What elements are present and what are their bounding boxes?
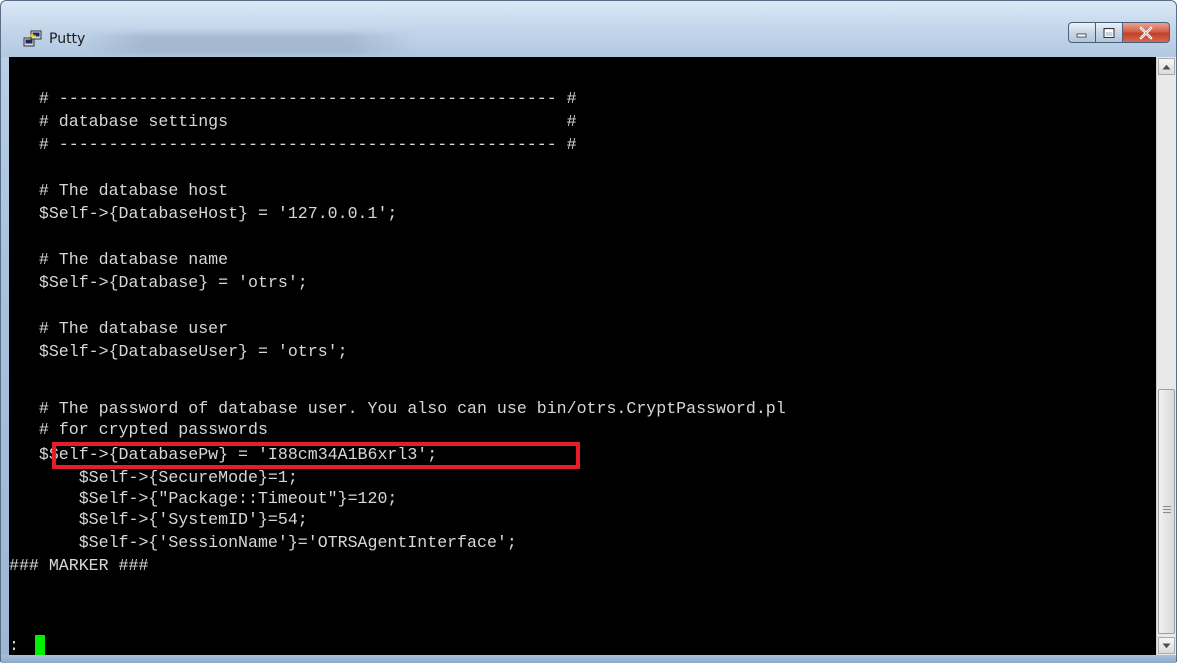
terminal-line: # for crypted passwords <box>9 420 268 439</box>
terminal-prompt: : <box>9 636 19 655</box>
scroll-down-button[interactable] <box>1158 637 1175 654</box>
terminal-line: # The password of database user. You als… <box>9 399 786 418</box>
putty-window: Putty # --------------------------------… <box>0 0 1177 663</box>
scroll-up-button[interactable] <box>1158 58 1175 75</box>
minimize-button[interactable] <box>1068 22 1096 43</box>
password-highlight-box <box>52 442 580 469</box>
terminal-line: $Self->{Database} = 'otrs'; <box>9 273 308 292</box>
terminal-line: $Self->{DatabaseHost} = '127.0.0.1'; <box>9 204 398 223</box>
thumb-grip-line <box>1163 506 1171 507</box>
putty-icon <box>23 30 42 47</box>
terminal-line: $Self->{'SystemID'}=54; <box>9 510 308 529</box>
terminal-line: $Self->{"Package::Timeout"}=120; <box>9 489 398 508</box>
terminal-screen[interactable]: # --------------------------------------… <box>9 57 1156 655</box>
thumb-grip-line <box>1163 512 1171 513</box>
window-controls <box>1068 22 1170 44</box>
thumb-grip-line <box>1163 509 1171 510</box>
terminal-line: $Self->{'SessionName'}='OTRSAgentInterfa… <box>9 533 517 552</box>
vertical-scrollbar[interactable] <box>1156 57 1176 655</box>
scroll-up-arrow-icon <box>1162 64 1171 69</box>
terminal-line: $Self->{SecureMode}=1; <box>9 468 298 487</box>
terminal-line: # The database user <box>9 319 229 338</box>
terminal-line: # --------------------------------------… <box>9 89 577 108</box>
window-title: Putty <box>49 31 86 47</box>
minimize-icon <box>1076 33 1087 37</box>
close-icon <box>1139 26 1153 39</box>
terminal-line: ### MARKER ### <box>9 556 149 575</box>
maximize-icon <box>1103 27 1115 38</box>
maximize-button[interactable] <box>1096 22 1123 43</box>
scroll-down-arrow-icon <box>1162 643 1171 648</box>
terminal-line: # The database name <box>9 250 229 269</box>
terminal-cursor <box>35 635 45 655</box>
terminal-line: # --------------------------------------… <box>9 135 577 154</box>
blurred-title-text <box>76 33 416 55</box>
terminal-line: # The database host <box>9 181 229 200</box>
close-button[interactable] <box>1123 22 1170 43</box>
scrollbar-thumb[interactable] <box>1158 389 1175 634</box>
terminal-line: # database settings # <box>9 112 577 131</box>
terminal-line: $Self->{DatabaseUser} = 'otrs'; <box>9 342 348 361</box>
title-bar[interactable]: Putty <box>1 1 1176 57</box>
